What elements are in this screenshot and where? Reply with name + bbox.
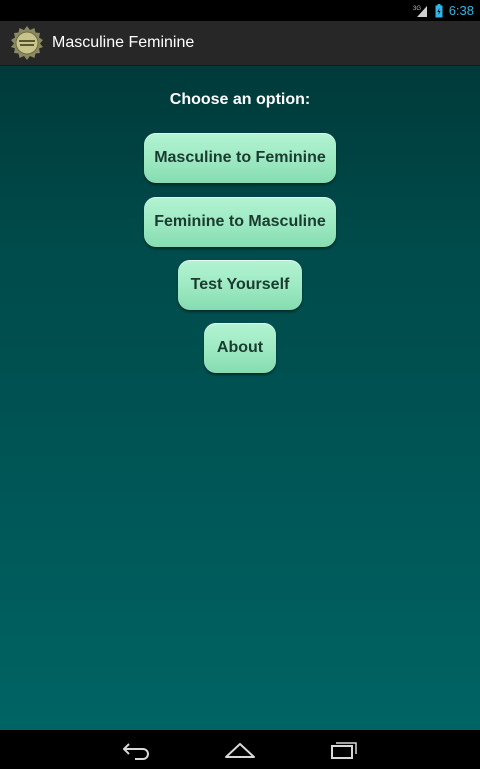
- status-bar: 3G 6:38: [0, 0, 480, 21]
- navigation-bar: [0, 730, 480, 769]
- app-title: Masculine Feminine: [52, 34, 195, 51]
- signal-icon: 3G: [413, 4, 429, 18]
- back-icon: [123, 743, 149, 760]
- home-icon: [225, 743, 255, 758]
- battery-icon: [435, 3, 443, 18]
- status-time: 6:38: [448, 3, 474, 18]
- screen: 3G 6:38 Masculine Feminine Choose an opt…: [0, 0, 480, 769]
- recents-icon: [331, 742, 357, 759]
- app-logo-icon[interactable]: [10, 26, 44, 60]
- action-bar: Masculine Feminine: [0, 21, 480, 66]
- main-content: Choose an option: Masculine to Feminine …: [0, 66, 480, 730]
- feminine-to-masculine-button[interactable]: Feminine to Masculine: [144, 197, 336, 247]
- recent-apps-button[interactable]: [326, 738, 360, 762]
- choose-option-prompt: Choose an option:: [169, 91, 311, 108]
- about-button[interactable]: About: [204, 323, 276, 373]
- network-type-label: 3G: [413, 6, 421, 12]
- masculine-to-feminine-button[interactable]: Masculine to Feminine: [144, 133, 336, 183]
- test-yourself-button[interactable]: Test Yourself: [178, 260, 302, 310]
- back-button[interactable]: [120, 738, 154, 762]
- home-button[interactable]: [223, 738, 257, 762]
